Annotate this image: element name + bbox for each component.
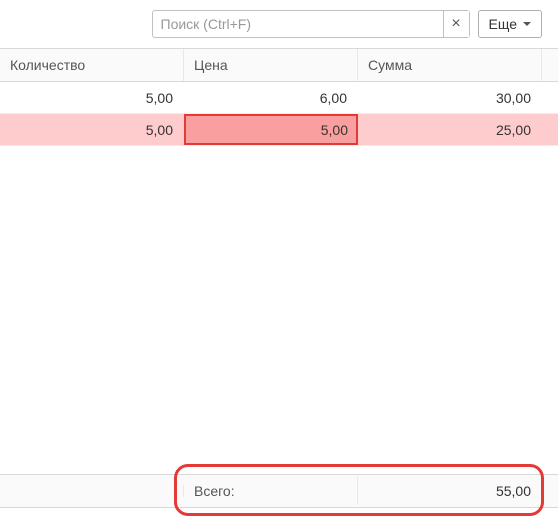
close-icon[interactable]: ×: [443, 11, 469, 37]
footer-total: 55,00: [358, 477, 542, 505]
cell-sum[interactable]: 25,00: [358, 114, 542, 145]
column-header-price[interactable]: Цена: [184, 49, 358, 81]
grid-footer: Всего: 55,00: [0, 474, 558, 508]
table-row[interactable]: 5,006,0030,00: [0, 82, 558, 114]
more-button[interactable]: Еще: [478, 10, 543, 38]
search-input[interactable]: [153, 12, 443, 36]
table-row[interactable]: 5,005,0025,00: [0, 114, 558, 146]
footer-empty: [0, 485, 184, 497]
cell-qty[interactable]: 5,00: [0, 114, 184, 145]
footer-label: Всего:: [184, 477, 358, 505]
toolbar: × Еще: [0, 0, 558, 48]
cell-qty[interactable]: 5,00: [0, 82, 184, 113]
more-button-label: Еще: [489, 16, 518, 32]
grid-body: 5,006,0030,005,005,0025,00: [0, 82, 558, 452]
search-field[interactable]: ×: [152, 10, 470, 38]
footer-row: Всего: 55,00: [0, 474, 558, 508]
cell-price[interactable]: 5,00: [184, 114, 358, 145]
column-header-sum[interactable]: Сумма: [358, 49, 542, 81]
cell-sum[interactable]: 30,00: [358, 82, 542, 113]
grid-header: Количество Цена Сумма: [0, 49, 558, 82]
chevron-down-icon: [523, 22, 531, 26]
cell-price[interactable]: 6,00: [184, 82, 358, 113]
column-header-qty[interactable]: Количество: [0, 49, 184, 81]
data-grid: Количество Цена Сумма 5,006,0030,005,005…: [0, 48, 558, 452]
